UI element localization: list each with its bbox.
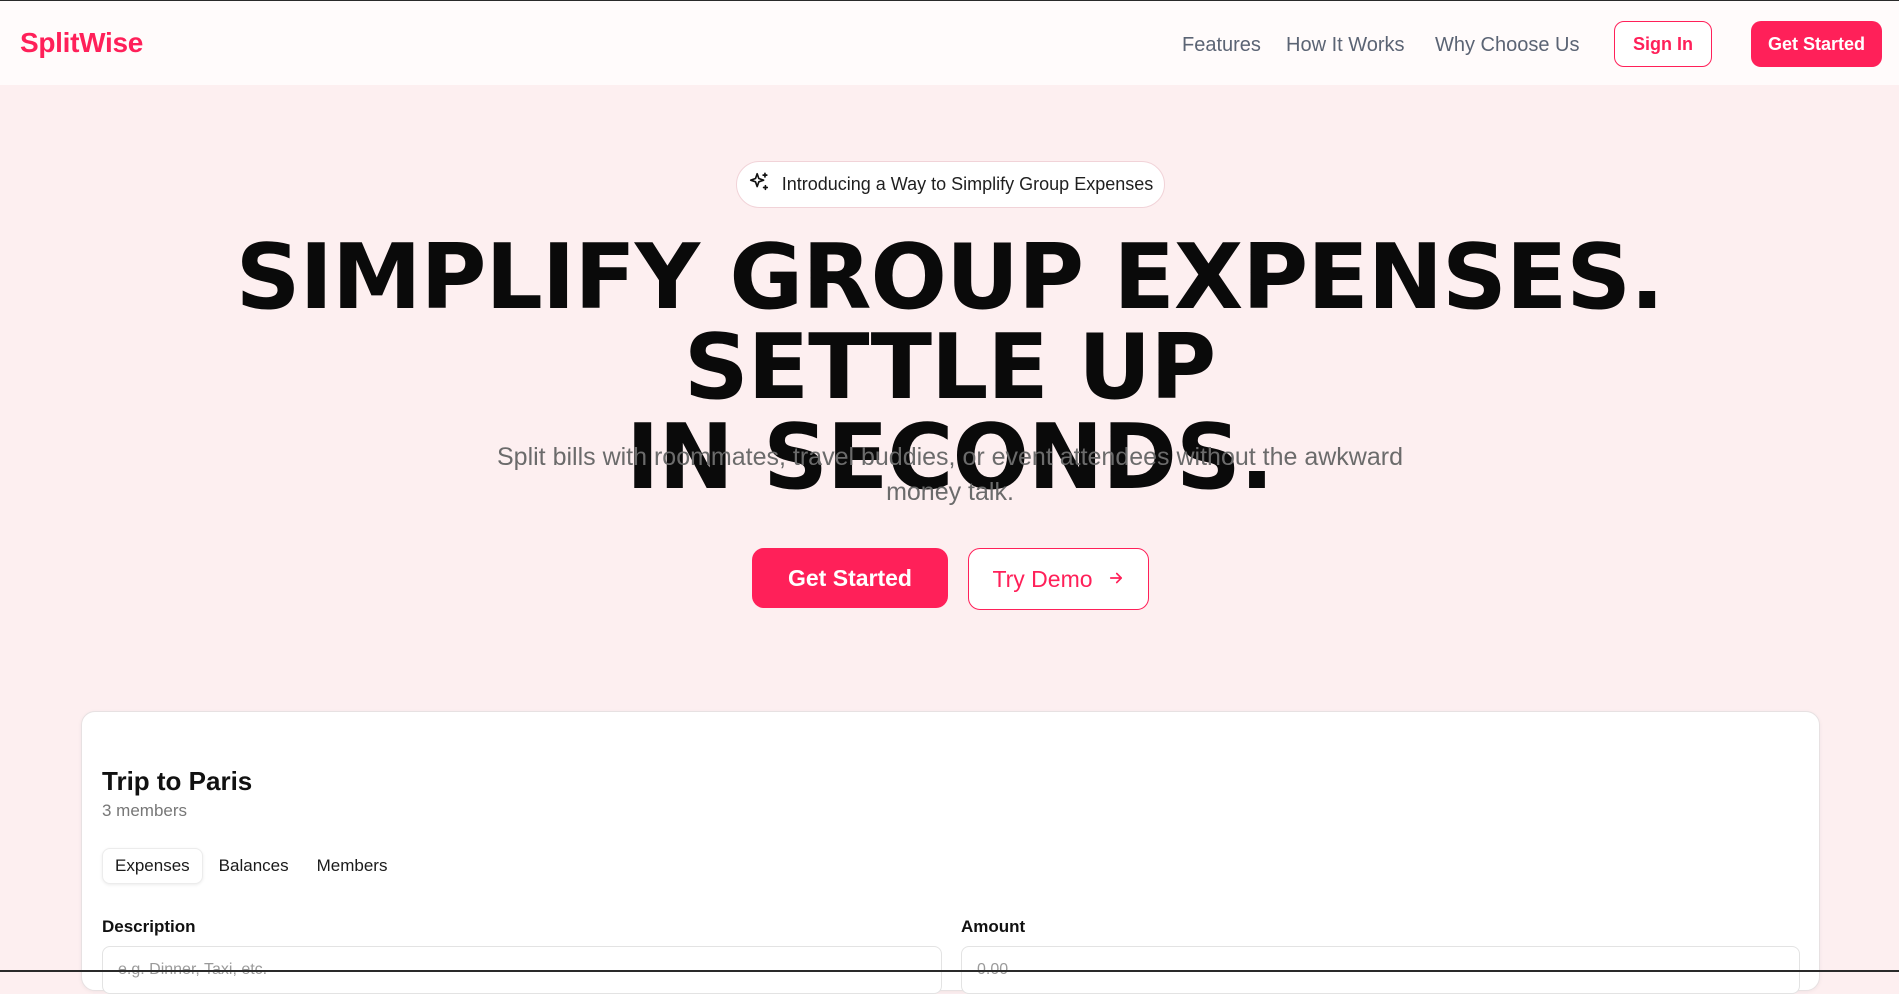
try-demo-button[interactable]: Try Demo [968,548,1149,610]
headline-line-1: SIMPLIFY GROUP EXPENSES. SETTLE UP [236,225,1664,420]
nav-link-why-choose-us[interactable]: Why Choose Us [1435,34,1580,57]
nav-link-features[interactable]: Features [1182,34,1261,57]
tab-balances[interactable]: Balances [207,848,301,884]
nav-get-started-button[interactable]: Get Started [1751,21,1882,67]
announcement-text: Introducing a Way to Simplify Group Expe… [782,174,1154,195]
demo-group-card: Trip to Paris 3 members Expenses Balance… [81,711,1820,991]
sparkles-icon [748,171,770,198]
tab-members[interactable]: Members [305,848,400,884]
amount-label: Amount [961,917,1025,937]
description-label: Description [102,917,196,937]
announcement-badge: Introducing a Way to Simplify Group Expe… [736,161,1165,208]
sign-in-button[interactable]: Sign In [1614,21,1712,67]
brand-logo[interactable]: SplitWise [20,27,143,59]
nav-link-how-it-works[interactable]: How It Works [1286,34,1405,57]
subtitle-line-2: money talk. [886,478,1014,506]
top-navbar: SplitWise Features How It Works Why Choo… [0,1,1899,85]
subtitle-line-1: Split bills with roommates, travel buddi… [497,443,1403,471]
hero-get-started-button[interactable]: Get Started [752,548,948,608]
group-title: Trip to Paris [102,766,252,797]
try-demo-label: Try Demo [992,566,1092,593]
tab-expenses[interactable]: Expenses [102,848,203,884]
group-member-count: 3 members [102,801,187,821]
arrow-right-icon [1107,566,1125,593]
hero-subtitle: Split bills with roommates, travel buddi… [480,440,1420,510]
group-tabs: Expenses Balances Members [102,846,399,886]
